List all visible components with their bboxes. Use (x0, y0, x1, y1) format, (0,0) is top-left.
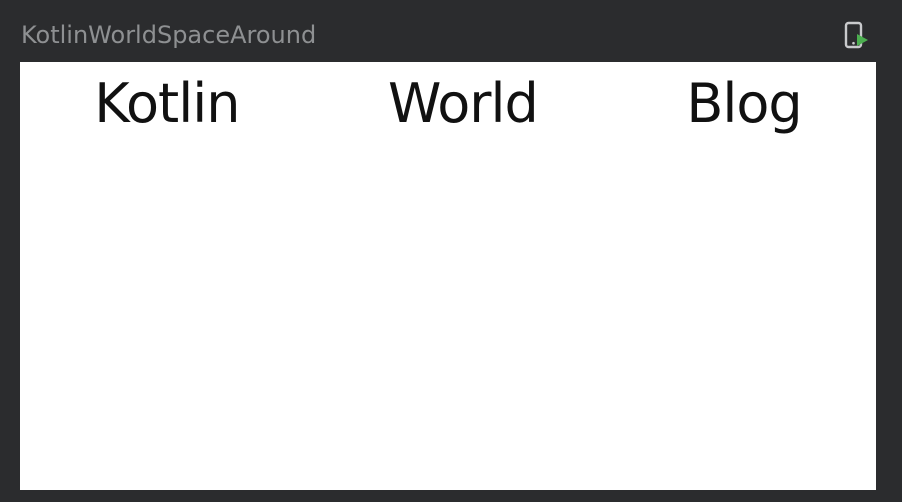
device-screen: Kotlin World Blog (20, 62, 876, 490)
layout-preview-panel: KotlinWorldSpaceAround Kotlin World Blog (0, 0, 902, 502)
run-on-device-button[interactable] (838, 18, 874, 54)
text-kotlin: Kotlin (94, 72, 240, 135)
preview-header: KotlinWorldSpaceAround (0, 0, 902, 62)
text-world: World (388, 72, 539, 135)
preview-title: KotlinWorldSpaceAround (21, 21, 317, 49)
text-blog: Blog (686, 72, 802, 135)
space-around-row: Kotlin World Blog (20, 62, 876, 152)
run-on-device-icon (844, 21, 868, 49)
